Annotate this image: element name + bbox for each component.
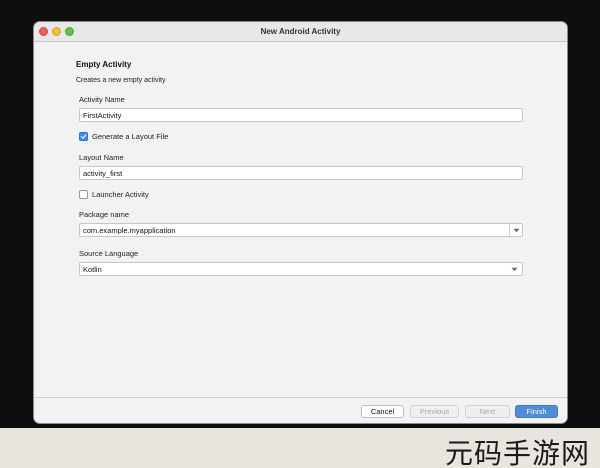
package-name-label: Package name	[79, 210, 130, 219]
cancel-button[interactable]: Cancel	[361, 405, 404, 418]
source-language-select[interactable]: Kotlin	[79, 262, 523, 276]
watermark-banner: 元码手游网	[0, 428, 600, 468]
launcher-activity-checkbox-row[interactable]: Launcher Activity	[79, 190, 149, 199]
package-name-dropdown-button[interactable]	[509, 224, 522, 236]
source-language-label: Source Language	[79, 249, 139, 258]
title-bar: New Android Activity	[34, 22, 567, 42]
launcher-activity-checkbox[interactable]	[79, 190, 88, 199]
generate-layout-checkbox[interactable]	[79, 132, 88, 141]
previous-button[interactable]: Previous	[410, 405, 459, 418]
generate-layout-label: Generate a Layout File	[92, 132, 169, 141]
package-name-combo[interactable]: com.example.myapplication	[79, 223, 523, 237]
finish-button[interactable]: Finish	[515, 405, 558, 418]
template-heading: Empty Activity	[76, 60, 132, 69]
package-name-value: com.example.myapplication	[83, 226, 176, 235]
new-android-activity-window: New Android Activity Empty Activity Crea…	[33, 21, 568, 424]
activity-name-field[interactable]: FirstActivity	[79, 108, 523, 122]
checkmark-icon	[80, 134, 87, 139]
activity-name-label: Activity Name	[79, 95, 125, 104]
chevron-down-icon	[511, 267, 518, 272]
watermark-text: 元码手游网	[444, 437, 590, 468]
next-button[interactable]: Next	[465, 405, 510, 418]
layout-name-label: Layout Name	[79, 153, 124, 162]
chevron-down-icon	[513, 228, 520, 233]
form-content: Empty Activity Creates a new empty activ…	[76, 60, 526, 276]
window-title: New Android Activity	[260, 27, 341, 36]
source-language-value: Kotlin	[83, 265, 102, 274]
dialog-footer: Cancel Previous Next Finish	[34, 397, 567, 423]
launcher-activity-label: Launcher Activity	[92, 190, 149, 199]
generate-layout-checkbox-row[interactable]: Generate a Layout File	[79, 132, 168, 141]
layout-name-field[interactable]: activity_first	[79, 166, 523, 180]
template-description: Creates a new empty activity	[76, 77, 166, 84]
